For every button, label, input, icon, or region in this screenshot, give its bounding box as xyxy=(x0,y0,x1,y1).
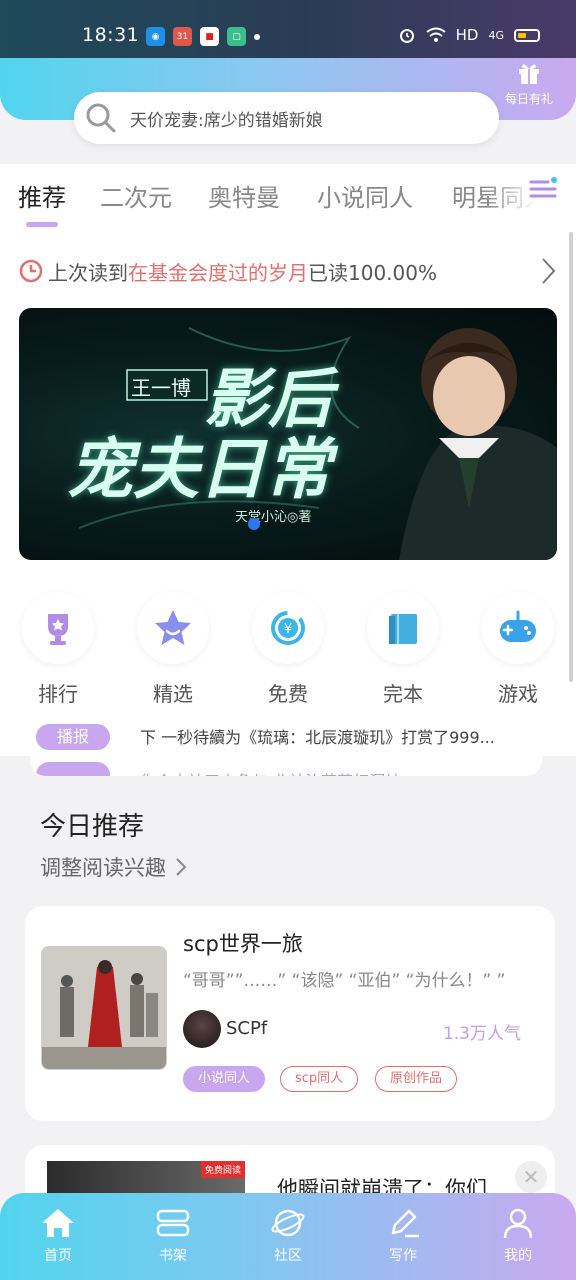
status-time: 18:31 xyxy=(82,24,140,46)
category-label: 排行 xyxy=(38,682,78,706)
last-read-bar[interactable]: 上次读到 在基金会度过的岁月 已读100.00% xyxy=(18,256,558,286)
nav-label: 写作 xyxy=(389,1248,417,1264)
book-tag[interactable]: 原创作品 xyxy=(375,1066,458,1092)
browser-app-icon: ◉ xyxy=(146,27,165,46)
close-icon[interactable]: ✕ xyxy=(515,1161,547,1193)
book-title: scp世界一旅 xyxy=(183,932,303,956)
signal-type: 4G xyxy=(488,28,504,42)
category-label: 游戏 xyxy=(498,682,538,706)
tab-anime[interactable]: 二次元 xyxy=(100,178,172,213)
gift-icon xyxy=(519,64,539,84)
search-placeholder: 天价宠妻:席少的错婚新娘 xyxy=(130,110,323,131)
chevron-right-icon xyxy=(542,258,556,284)
broadcast-next-text: 你个木神五山角与 北神泊花菊红洞纳 xyxy=(140,768,401,776)
status-app-icons: ◉ 31 ■ ▢ xyxy=(146,27,260,46)
banner-page-indicator xyxy=(248,518,260,530)
banner-title-1: 王一博 xyxy=(131,376,191,400)
book-card[interactable]: scp世界一旅 “哥哥””……” “该隐” “亚伯” “为什么！” ” SCPf… xyxy=(25,906,555,1121)
nav-label: 书架 xyxy=(159,1248,187,1264)
book-icon xyxy=(389,614,417,644)
search-icon xyxy=(86,103,116,133)
wifi-icon xyxy=(426,27,446,42)
section-title: 今日推荐 xyxy=(40,812,145,842)
category-label: 完本 xyxy=(383,682,423,706)
bottom-navigation: 首页 书架 社区 写作 我的 xyxy=(0,1193,576,1280)
nav-community[interactable]: 社区 xyxy=(248,1207,328,1265)
category-tabs: 推荐 二次元 奥特曼 小说同人 明星同人 xyxy=(0,164,576,236)
category-completed[interactable]: 完本 xyxy=(365,592,441,707)
alarm-icon xyxy=(399,29,414,43)
free-badge: 免费阅读 xyxy=(200,1161,245,1178)
category-free[interactable]: ¥ 免费 xyxy=(250,592,326,707)
more-notifications-icon xyxy=(254,33,260,40)
svg-text:¥: ¥ xyxy=(284,622,292,637)
gift-label: 每日有礼 xyxy=(504,92,553,106)
tab-ultraman[interactable]: 奥特曼 xyxy=(208,178,280,213)
last-read-progress: 已读100.00% xyxy=(308,260,437,285)
last-read-prefix: 上次读到 xyxy=(48,260,128,285)
popularity-count: 1.3万人气 xyxy=(442,1024,521,1044)
book-cover xyxy=(41,946,167,1070)
category-games[interactable]: 游戏 xyxy=(480,592,556,707)
author-name: SCPf xyxy=(226,1018,268,1039)
nav-label: 首页 xyxy=(44,1248,72,1264)
active-tab-indicator xyxy=(26,222,58,227)
user-icon xyxy=(503,1208,533,1239)
search-bar[interactable]: 天价宠妻:席少的错婚新娘 xyxy=(74,92,499,144)
pen-icon xyxy=(391,1209,419,1238)
nav-label: 社区 xyxy=(274,1248,302,1264)
star-icon xyxy=(155,610,191,645)
trophy-icon xyxy=(48,614,68,645)
battery-icon xyxy=(514,28,540,42)
daily-gift-button[interactable]: 每日有礼 xyxy=(496,58,562,116)
last-read-book: 在基金会度过的岁月 xyxy=(128,260,308,285)
yen-refresh-icon: ¥ xyxy=(271,611,305,645)
broadcast-tag-next xyxy=(36,762,110,776)
nav-profile[interactable]: 我的 xyxy=(478,1207,558,1265)
category-ranking[interactable]: 排行 xyxy=(20,592,96,707)
calendar-app-icon: 31 xyxy=(173,27,192,46)
banner-title-3: 宠夫日常 xyxy=(67,430,331,508)
scrollbar[interactable] xyxy=(569,232,573,682)
category-label: 免费 xyxy=(268,682,308,706)
banner-author: 天堂小沁◎著 xyxy=(235,510,312,525)
news-app-icon: ■ xyxy=(200,27,219,46)
promo-banner[interactable]: 王一博 影后 宠夫日常 天堂小沁◎著 xyxy=(19,308,557,560)
tab-recommend[interactable]: 推荐 xyxy=(18,178,66,213)
home-icon xyxy=(42,1209,74,1237)
broadcast-tag: 播报 xyxy=(36,724,110,750)
book-description: “哥哥””……” “该隐” “亚伯” “为什么！” ” xyxy=(183,971,506,991)
planet-icon xyxy=(271,1209,305,1237)
chevron-right-icon xyxy=(176,858,187,876)
broadcast-ticker[interactable]: 播报 下 一秒待續为《琉璃：北辰渡璇玑》打赏了999... 你个木神五山角与 北… xyxy=(30,718,542,776)
chat-app-icon: ▢ xyxy=(227,27,246,46)
clock-icon xyxy=(19,259,43,283)
adjust-interest-label: 调整阅读兴趣 xyxy=(40,856,166,880)
avatar xyxy=(183,1010,221,1048)
bookshelf-icon xyxy=(156,1209,190,1237)
status-indicators: HD 4G xyxy=(398,26,540,44)
gamepad-icon xyxy=(500,610,536,642)
adjust-interest-link[interactable]: 调整阅读兴趣 xyxy=(40,852,188,882)
broadcast-text: 下 一秒待續为《琉璃：北辰渡璇玑》打赏了999... xyxy=(140,728,495,747)
nav-label: 我的 xyxy=(504,1248,532,1264)
category-featured[interactable]: 精选 xyxy=(135,592,211,707)
book-tag[interactable]: 小说同人 xyxy=(183,1066,266,1092)
nav-write[interactable]: 写作 xyxy=(363,1207,443,1265)
tab-menu-icon[interactable] xyxy=(528,174,558,204)
network-type: HD xyxy=(455,26,479,44)
book-tag[interactable]: scp同人 xyxy=(280,1066,359,1092)
category-label: 精选 xyxy=(153,682,193,706)
nav-home[interactable]: 首页 xyxy=(18,1207,98,1265)
nav-bookshelf[interactable]: 书架 xyxy=(133,1207,213,1265)
tab-novel-fanfic[interactable]: 小说同人 xyxy=(317,178,413,213)
